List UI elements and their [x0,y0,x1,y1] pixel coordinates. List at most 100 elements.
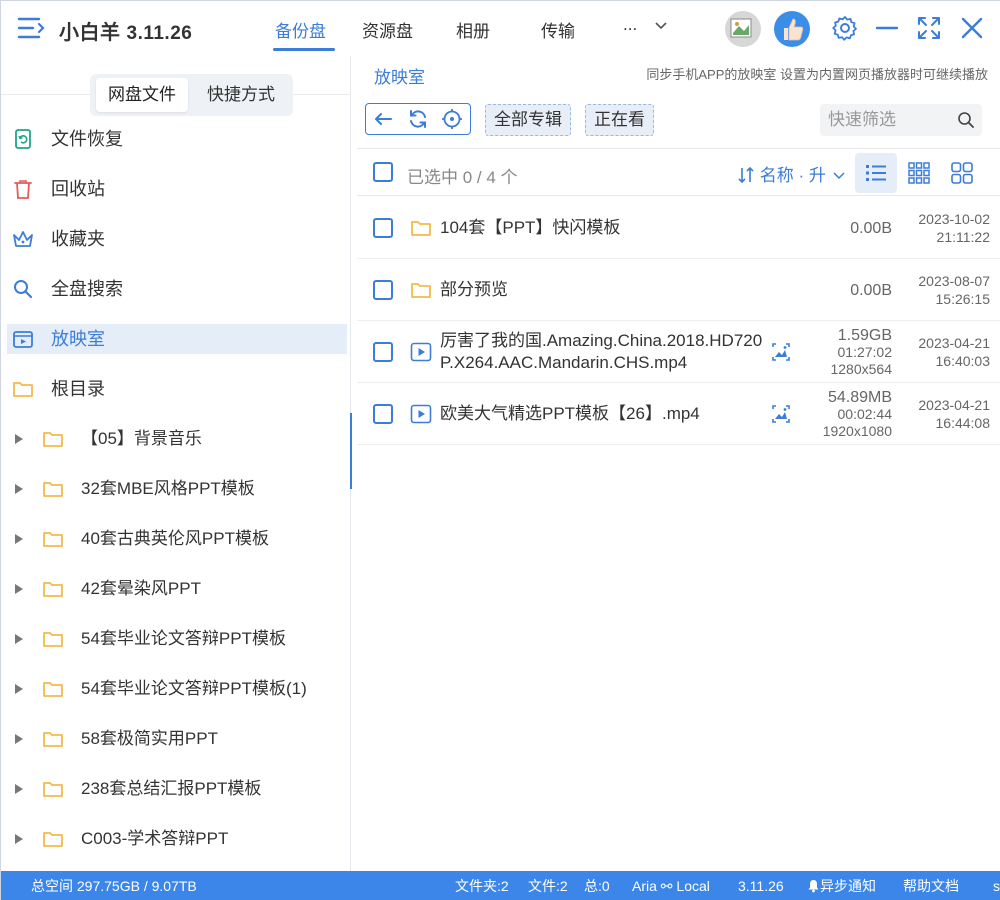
file-date: 2023-10-02 21:11:22 [918,210,990,246]
async-notify[interactable]: 异步通知 [807,871,876,900]
aria-status[interactable]: Aria ⚯ Local [632,871,710,900]
tree-item[interactable]: 32套MBE风格PPT模板 [1,474,347,504]
app-title: 小白羊 3.11.26 [59,16,192,45]
refresh-icon[interactable] [406,107,430,131]
select-all-checkbox[interactable] [373,162,393,182]
tree-item[interactable]: 40套古典英伦风PPT模板 [1,524,347,554]
expand-arrow-icon[interactable] [15,484,23,494]
large-grid-view-icon [951,162,973,184]
sidebar-item-recycle-bin[interactable]: 回收站 [7,174,347,204]
segment-cloud-files[interactable]: 网盘文件 [96,78,188,112]
video-file-icon [410,342,432,362]
media-info-icon[interactable] [770,341,792,363]
segment-shortcuts[interactable]: 快捷方式 [194,78,288,112]
tree-item[interactable]: C003-学术答辩PPT [1,824,347,854]
video-room-hint: 同步手机APP的放映室 设置为内置网页播放器时可继续播放 [646,67,988,82]
row-checkbox[interactable] [373,280,393,300]
tree-item-label: 42套晕染风PPT [81,579,201,598]
menu-icon[interactable] [17,15,45,41]
avatar[interactable] [725,11,761,47]
app-version: 3.11.26 [126,23,193,44]
selection-count: 已选中 0 / 4 个 [407,168,518,187]
sidebar-item-video-room[interactable]: 放映室 [7,324,347,354]
tree-item[interactable]: 54套毕业论文答辩PPT模板(1) [1,674,347,704]
all-albums-button[interactable]: 全部专辑 [485,104,571,136]
sort-dropdown[interactable]: 名称 · 升 [737,161,845,186]
file-row[interactable]: 欧美大气精选PPT模板【26】.mp4 54.89MB 00:02:44 192… [357,383,1000,445]
file-date-day: 2023-04-21 [918,397,990,413]
file-date-day: 2023-10-02 [918,211,990,227]
app-window: 小白羊 3.11.26 备份盘 资源盘 相册 传输 ... 网盘文件 快捷方式 … [0,0,1000,900]
list-view-button[interactable] [855,153,897,193]
storage-space: 总空间 297.75GB / 9.07TB [31,878,197,894]
sidebar-item-label: 全盘搜索 [51,279,123,299]
row-checkbox[interactable] [373,342,393,362]
chevron-down-icon [655,21,667,29]
file-name: 部分预览 [440,280,508,299]
tree-item[interactable]: 【05】背景音乐 [1,424,347,454]
search-icon[interactable] [956,110,976,130]
sidebar-item-label: 回收站 [51,179,105,199]
grid-view-button[interactable] [898,153,940,193]
main-panel: 放映室 同步手机APP的放映室 设置为内置网页播放器时可继续播放 全部专辑 正在… [352,56,1000,871]
expand-arrow-icon[interactable] [15,734,23,744]
file-size: 0.00B [850,219,892,237]
list-header: 已选中 0 / 4 个 名称 · 升 [357,148,1000,196]
sidebar-item-file-restore[interactable]: 文件恢复 [7,124,347,154]
sidebar-item-root-directory[interactable]: 根目录 [7,374,347,404]
folder-icon [411,221,431,236]
tree-item[interactable]: 54套毕业论文答辩PPT模板 [1,624,347,654]
video-resolution: 1280x564 [830,360,892,377]
tree-item-label: 40套古典英伦风PPT模板 [81,529,269,548]
close-icon[interactable] [958,14,986,42]
expand-arrow-icon[interactable] [15,784,23,794]
more-tabs-dropdown[interactable]: ... [623,15,668,35]
title-bar: 小白羊 3.11.26 备份盘 资源盘 相册 传输 ... [1,1,1000,56]
sidebar-item-favorites[interactable]: 收藏夹 [7,224,347,254]
sort-label: 名称 · 升 [759,166,826,185]
trash-icon [14,180,32,199]
tree-item-label: 32套MBE风格PPT模板 [81,479,255,498]
maximize-icon[interactable] [915,14,943,42]
video-resolution: 1920x1080 [822,422,892,439]
file-row[interactable]: 104套【PPT】快闪模板 0.00B 2023-10-02 21:11:22 [357,197,1000,259]
breadcrumb[interactable]: 放映室 [374,63,425,88]
tab-resource-drive[interactable]: 资源盘 [362,17,413,42]
quick-filter-input[interactable] [828,107,948,133]
vip-badge[interactable] [774,11,810,47]
expand-arrow-icon[interactable] [15,684,23,694]
folder-count: 文件夹:2 [455,878,509,894]
row-checkbox[interactable] [373,218,393,238]
expand-arrow-icon[interactable] [15,584,23,594]
sidebar-segment-control: 网盘文件 快捷方式 [90,74,293,116]
expand-arrow-icon[interactable] [15,434,23,444]
video-duration: 00:02:44 [837,405,893,422]
file-size: 1.59GB [837,326,892,344]
tree-item[interactable]: 238套总结汇报PPT模板 [1,774,347,804]
media-info-icon[interactable] [770,403,792,425]
sidebar-item-label: 根目录 [51,379,105,399]
watching-button[interactable]: 正在看 [585,104,654,136]
locate-icon[interactable] [440,107,464,131]
minimize-icon[interactable] [873,14,901,42]
expand-arrow-icon[interactable] [15,534,23,544]
back-arrow-icon[interactable] [371,107,395,131]
tab-backup-drive[interactable]: 备份盘 [275,17,326,42]
large-grid-view-button[interactable] [941,153,983,193]
gear-icon[interactable] [831,14,859,42]
tab-transfer[interactable]: 传输 [541,17,575,42]
row-checkbox[interactable] [373,404,393,424]
video-duration: 01:27:02 [837,343,893,360]
expand-arrow-icon[interactable] [15,634,23,644]
grid-view-icon [908,162,930,184]
file-date-day: 2023-08-07 [918,273,990,289]
help-docs-link[interactable]: 帮助文档 [903,871,959,900]
tree-item[interactable]: 42套晕染风PPT [1,574,347,604]
sidebar-item-global-search[interactable]: 全盘搜索 [7,274,347,304]
file-row[interactable]: 厉害了我的国.Amazing.China.2018.HD720P.X264.AA… [357,321,1000,383]
tree-item[interactable]: 58套极简实用PPT [1,724,347,754]
file-row[interactable]: 部分预览 0.00B 2023-08-07 15:26:15 [357,259,1000,321]
sidebar: 网盘文件 快捷方式 文件恢复 回收站 收藏夹 全盘搜索 放映室 根目录 【05】… [1,56,351,871]
tab-album[interactable]: 相册 [456,17,490,42]
expand-arrow-icon[interactable] [15,834,23,844]
